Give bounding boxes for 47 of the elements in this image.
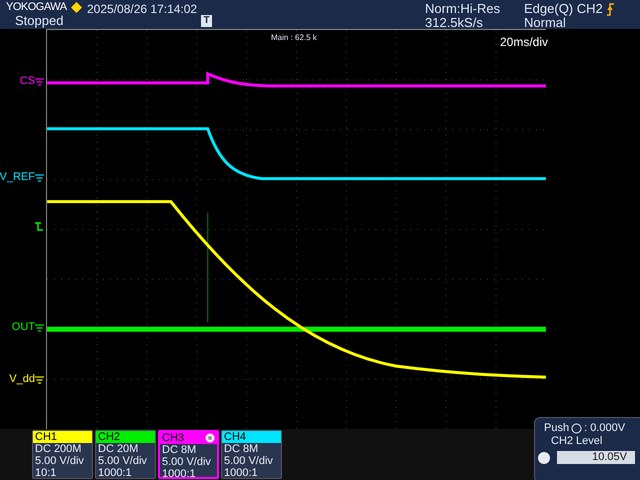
channel-probe: 1000:1 <box>97 467 133 479</box>
channel-probe: 1000:1 <box>223 467 259 479</box>
level-value-field[interactable]: 10.05V <box>557 451 635 464</box>
push-value: : 0.000V <box>584 422 626 435</box>
channel-card[interactable]: CH1 DC 200M 5.00 V/div 10:1 <box>32 430 93 479</box>
diamond-icon <box>70 2 82 12</box>
channel-scale: 5.00 V/div <box>223 455 274 467</box>
trace-label: CS <box>20 75 35 87</box>
channel-card[interactable]: CH4 DC 8M 5.00 V/div 1000:1 <box>221 430 282 479</box>
channel-name: CH1 <box>33 431 92 443</box>
channel-name: CH3 <box>160 432 217 444</box>
acquisition-mode: Norm:Hi-Res <box>425 2 500 16</box>
level-title: CH2 Level <box>550 435 604 448</box>
timebase-label: 20ms/div <box>500 36 548 49</box>
channel-scale: 5.00 V/div <box>97 455 148 467</box>
timestamp: 2025/08/26 17:14:02 <box>87 2 198 16</box>
push-label: Push <box>544 422 570 435</box>
channel-name: CH2 <box>96 431 155 443</box>
rising-edge-icon <box>606 2 615 16</box>
zoom-label: Main : 62.5 k <box>271 33 317 43</box>
trace-label: OUT <box>12 321 35 333</box>
ground-icon <box>35 76 44 86</box>
channel-card[interactable]: CH2 DC 20M 5.00 V/div 1000:1 <box>95 430 156 479</box>
ground-icon <box>35 374 44 384</box>
trigger-setting: Edge(Q) CH2 <box>524 2 603 16</box>
channel-scale: 5.00 V/div <box>34 455 85 467</box>
channel-coupling: DC 20M <box>97 443 140 455</box>
selected-dot-icon <box>205 433 215 443</box>
trace-label: V_REF <box>0 171 35 183</box>
knob-button-icon[interactable] <box>538 452 550 464</box>
knob-icon <box>571 423 582 434</box>
channel-probe: 1000:1 <box>161 468 197 480</box>
trace-label: V_dd <box>9 373 35 385</box>
channel-probe: 10:1 <box>34 467 58 479</box>
ground-icon <box>35 172 44 182</box>
channel-scale: 5.00 V/div <box>161 456 212 468</box>
channel-coupling: DC 8M <box>161 444 198 456</box>
channel-coupling: DC 200M <box>34 443 82 455</box>
channel-coupling: DC 8M <box>223 443 260 455</box>
ground-icon <box>35 322 44 332</box>
channel-name: CH4 <box>222 431 281 443</box>
channel-card[interactable]: CH3 DC 8M 5.00 V/div 1000:1 <box>158 430 219 479</box>
sample-rate: 312.5kS/s <box>425 16 484 30</box>
brand-logo: YOKOGAWA <box>6 0 67 14</box>
trigger-mode: Normal <box>524 16 566 30</box>
run-state: Stopped <box>14 14 64 28</box>
trigger-position-marker: T <box>201 15 212 27</box>
